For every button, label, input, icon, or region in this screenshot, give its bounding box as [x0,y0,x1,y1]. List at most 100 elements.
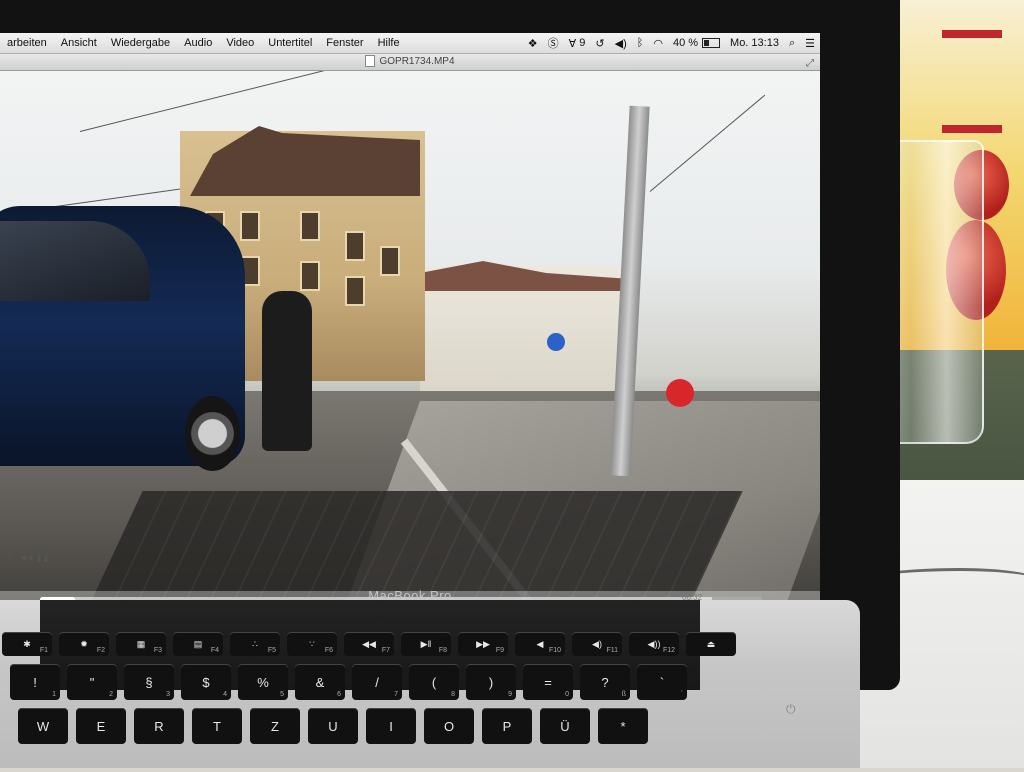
rewind-icon[interactable]: ◀◀ [20,553,32,562]
key-label: ✹ [80,638,88,649]
function-key[interactable]: ◀◀ F7 [344,632,394,656]
menu-untertitel[interactable]: Untertitel [261,37,319,49]
video-frame[interactable] [0,71,820,621]
function-key[interactable]: ◀) F11 [572,632,622,656]
menu-wiedergabe[interactable]: Wiedergabe [104,37,177,49]
building-window [300,261,320,291]
key-label: ⏏ [706,638,716,649]
key-sublabel: F9 [495,647,504,654]
laptop-screen: arbeiten Ansicht Wiedergabe Audio Video … [0,33,820,623]
shield-s-icon[interactable]: Ⓢ [543,35,564,51]
key-label: ▶▶ [476,638,490,649]
volume-icon[interactable]: ◀) [610,37,632,50]
letter-key[interactable]: * [598,708,648,744]
key-label: ∴ [252,638,258,649]
key-sublabel: 3 [166,691,170,698]
function-key[interactable]: ▶ǁ F8 [401,632,451,656]
key-sublabel: F3 [153,647,162,654]
key-label: T [213,718,221,734]
number-key[interactable]: % 5 [238,664,288,700]
time-machine-icon[interactable]: ↺ [590,37,609,50]
number-key[interactable]: & 6 [295,664,345,700]
wifi-icon[interactable]: ◠ [648,37,668,50]
number-key[interactable]: § 3 [124,664,174,700]
key-label: Ü [560,718,570,734]
letter-key[interactable]: I [366,708,416,744]
menu-ansicht[interactable]: Ansicht [54,37,104,49]
function-key[interactable]: ✹ F2 [59,632,109,656]
key-sublabel: 6 [337,691,341,698]
menu-hilfe[interactable]: Hilfe [371,37,407,49]
menu-bearbeiten[interactable]: arbeiten [0,37,54,49]
spotlight-search-icon[interactable]: ⌕ [784,37,800,50]
letter-key[interactable]: Ü [540,708,590,744]
clock[interactable]: Mo. 13:13 [725,37,784,49]
function-key[interactable]: ⏏ [686,632,736,656]
letter-key[interactable]: O [424,708,474,744]
menu-video[interactable]: Video [219,37,261,49]
tram-wire [79,71,391,132]
key-label: ▤ [193,638,203,649]
adobe-icon[interactable]: Ɐ 9 [564,37,591,50]
battery-status[interactable]: 40 % [668,37,725,49]
number-key[interactable]: /7 [352,664,402,700]
function-key[interactable]: ✱ F1 [2,632,52,656]
building-window [380,246,400,276]
number-key[interactable]: ? ß [580,664,630,700]
key-label: ◀)) [647,638,661,649]
function-key[interactable]: ◀ F10 [515,632,565,656]
key-sublabel: 8 [451,691,455,698]
key-sublabel: 1 [52,691,56,698]
window-title: GOPR1734.MP4 [379,56,455,67]
number-key[interactable]: ! 1 [10,664,60,700]
key-sublabel: F11 [606,647,618,654]
key-label: E [96,718,106,734]
function-key[interactable]: ∴ F5 [230,632,280,656]
dropbox-icon[interactable]: ❖ [523,37,543,50]
letter-key[interactable]: P [482,708,532,744]
number-key[interactable]: " 2 [67,664,117,700]
number-key[interactable]: ) 9 [466,664,516,700]
function-key[interactable]: ◀)) F12 [629,632,679,656]
letter-key[interactable]: R [134,708,184,744]
number-key[interactable]: ` ´ [637,664,687,700]
function-key[interactable]: ▤ F4 [173,632,223,656]
key-label: ? [601,674,609,690]
key-label: ` [659,674,665,690]
function-key[interactable]: ▦ F3 [116,632,166,656]
building-window [240,211,260,241]
function-key[interactable]: ∵ F6 [287,632,337,656]
building-window [300,211,320,241]
key-sublabel: 5 [280,691,284,698]
notification-center-icon[interactable]: ☰ [800,37,820,50]
play-pause-icon[interactable]: ❚❚ [36,553,49,562]
carton-label-stripe [942,30,1002,38]
key-label: / [375,674,379,690]
key-sublabel: F4 [210,647,219,654]
key-sublabel: 0 [565,691,569,698]
number-key[interactable]: = 0 [523,664,573,700]
letter-key[interactable]: U [308,708,358,744]
number-key[interactable]: (8 [409,664,459,700]
letter-key[interactable]: T [192,708,242,744]
carton-label-stripe [942,125,1002,133]
function-key[interactable]: ▶▶ F9 [458,632,508,656]
power-icon[interactable]: ⏻ [786,702,796,717]
key-label: ▦ [136,638,146,649]
volume-icon[interactable]: ◁ [6,553,12,562]
key-sublabel: 7 [394,691,398,698]
menu-fenster[interactable]: Fenster [319,37,370,49]
menu-audio[interactable]: Audio [177,37,219,49]
building-window [345,231,365,261]
key-label: $ [202,674,210,690]
key-label: " [89,674,95,690]
fullscreen-icon[interactable]: ⤢ [806,56,814,72]
letter-key[interactable]: E [76,708,126,744]
tram-wire [649,94,766,192]
letter-key[interactable]: Z [250,708,300,744]
number-key[interactable]: $4 [181,664,231,700]
key-label: U [328,718,338,734]
bluetooth-icon[interactable]: ᛒ [632,37,649,49]
letter-key[interactable]: W [18,708,68,744]
key-sublabel: F12 [662,647,675,654]
